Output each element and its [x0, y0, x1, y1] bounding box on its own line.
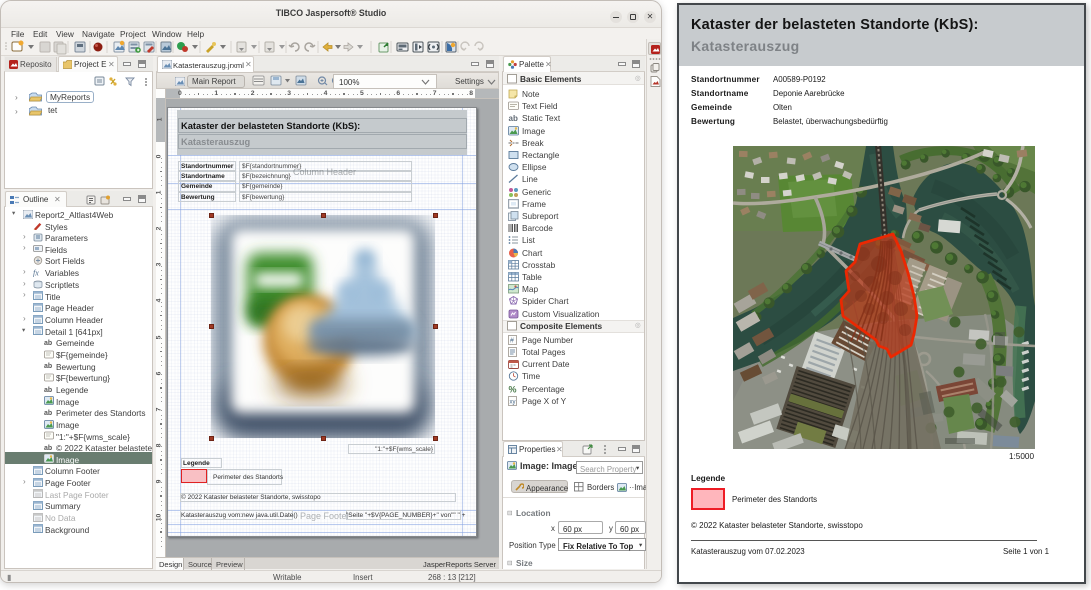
svg-text:ab: ab: [44, 410, 52, 417]
svg-text:ab: ab: [44, 340, 52, 347]
svg-text:fx: fx: [33, 268, 39, 277]
svg-text:#: #: [510, 337, 514, 344]
svg-text:xy: xy: [510, 399, 516, 405]
svg-text:%: %: [509, 384, 517, 394]
svg-text:ab: ab: [509, 114, 518, 123]
svg-text:ab: ab: [44, 363, 52, 370]
svg-text:ab: ab: [44, 387, 52, 394]
svg-text:ab: ab: [44, 445, 52, 452]
